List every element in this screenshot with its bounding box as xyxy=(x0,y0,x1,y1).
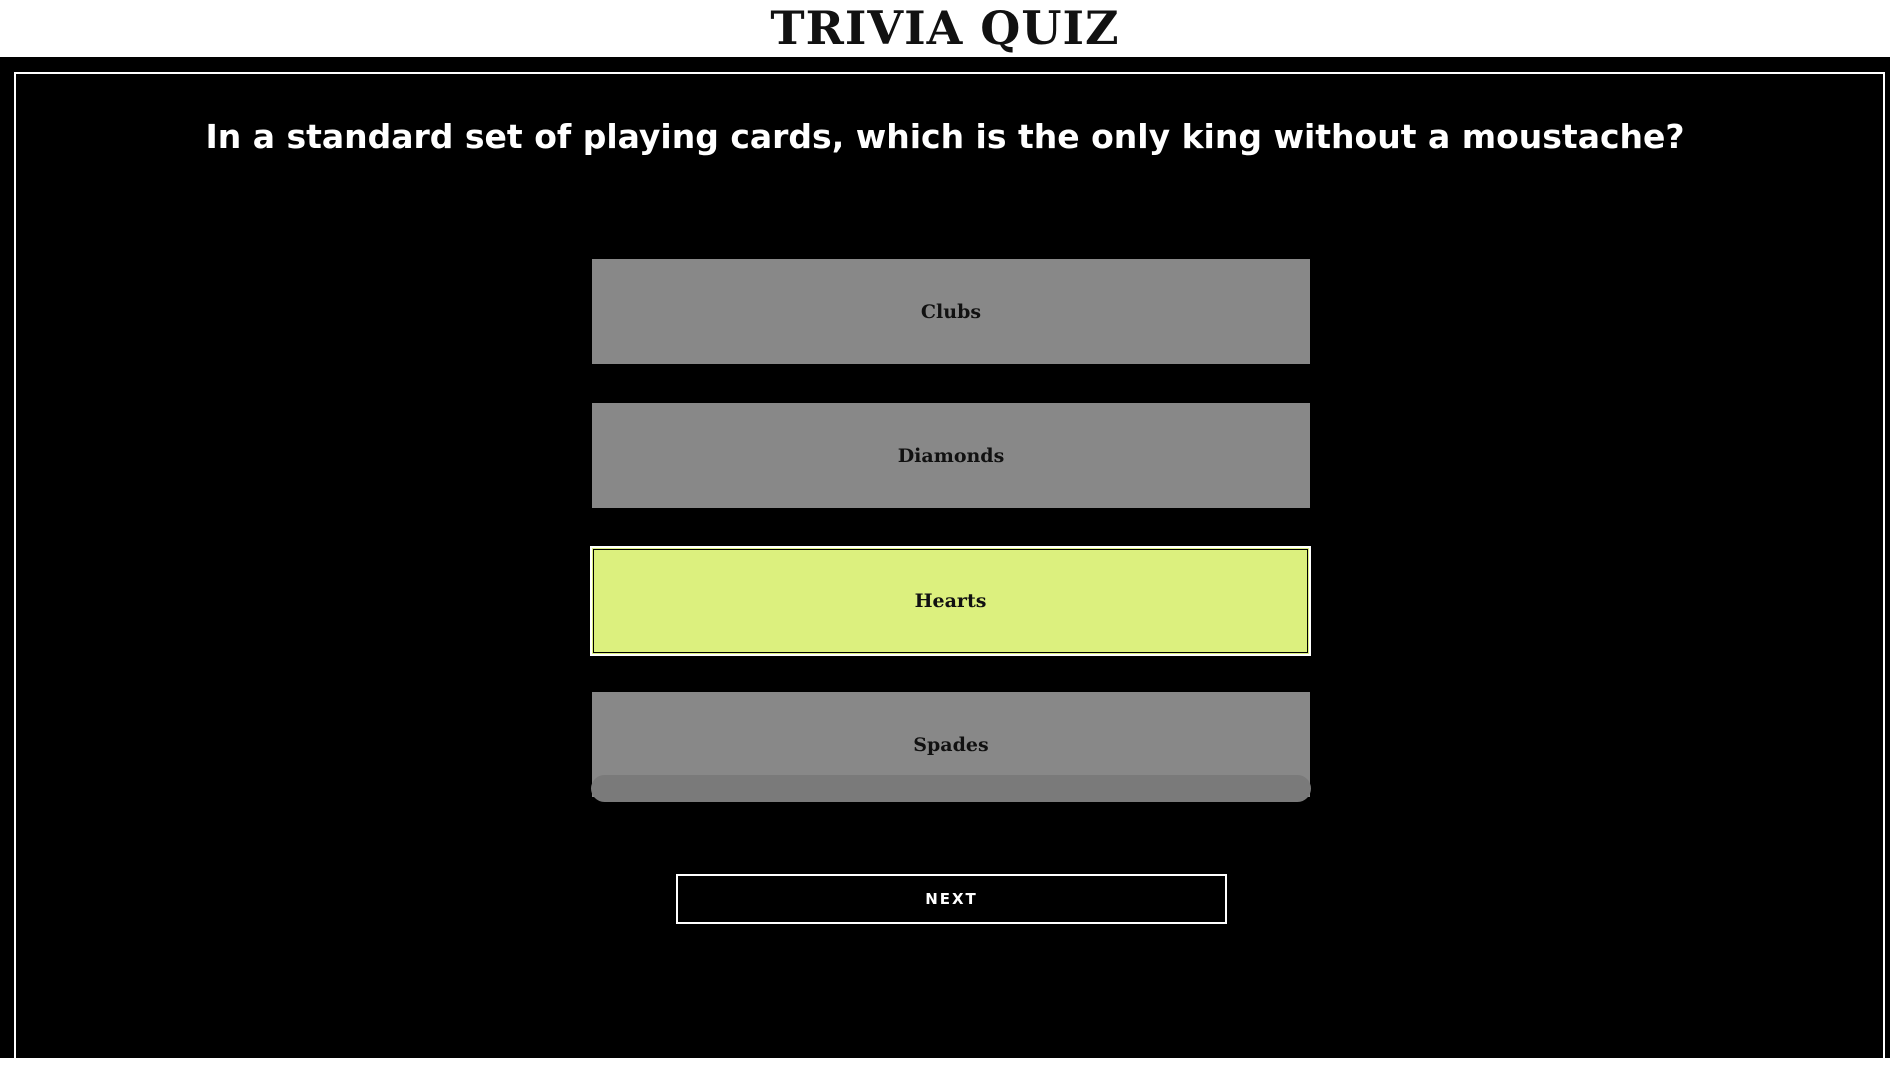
answer-button-diamonds[interactable]: Diamonds xyxy=(592,403,1310,508)
answer-button-clubs[interactable]: Clubs xyxy=(592,259,1310,364)
header: TRIVIA QUIZ xyxy=(0,0,1890,57)
answer-button-hearts[interactable]: Hearts xyxy=(590,546,1311,656)
page-title: TRIVIA QUIZ xyxy=(770,1,1120,55)
next-button[interactable]: NEXT xyxy=(676,874,1227,924)
progress-bar xyxy=(591,775,1311,802)
question-text: In a standard set of playing cards, whic… xyxy=(205,117,1685,156)
